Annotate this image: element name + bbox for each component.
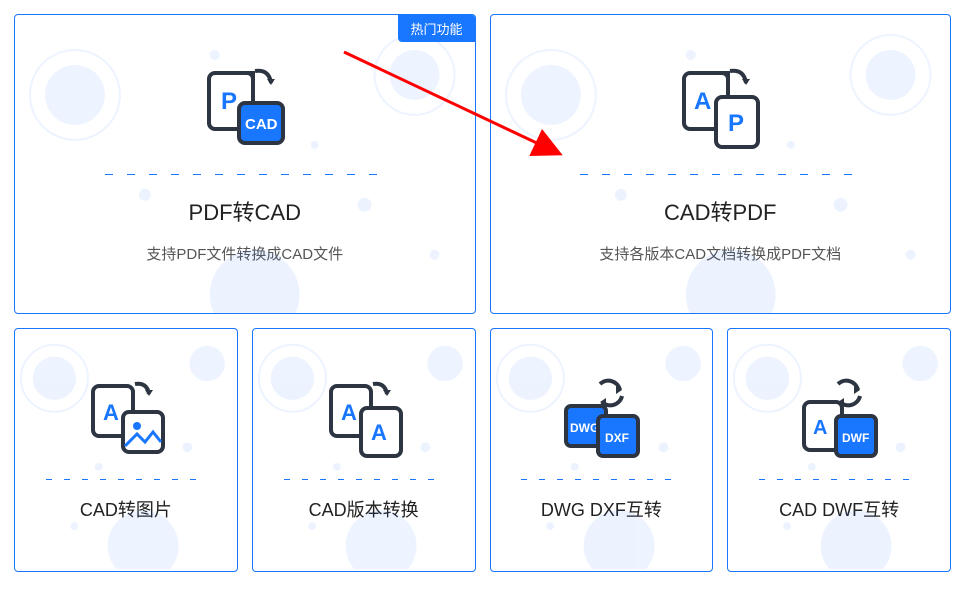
cad-to-pdf-icon: A P [670,65,770,160]
pdf-to-cad-icon: P CAD [195,65,295,160]
card-subtitle: 支持PDF文件转换成CAD文件 [146,243,343,264]
divider [580,174,860,175]
card-cad-dwf[interactable]: A DWF CAD DWF互转 [727,328,951,572]
svg-text:A: A [694,88,711,115]
card-subtitle: 支持各版本CAD文档转换成PDF文档 [599,243,841,264]
svg-text:A: A [341,400,357,425]
svg-text:DXF: DXF [605,431,629,445]
svg-text:CAD: CAD [245,116,278,133]
card-pdf-to-cad[interactable]: 热门功能 P CAD PDF转CAD 支持PDF文件转换成CAD文件 [14,14,476,314]
card-cad-to-image[interactable]: A CAD转图片 [14,328,238,572]
card-title: CAD DWF互转 [779,496,899,522]
card-title: PDF转CAD [189,195,301,227]
card-title: CAD版本转换 [309,496,419,522]
svg-text:DWF: DWF [842,431,869,445]
divider [105,174,385,175]
divider [46,479,206,480]
cad-to-image-icon: A [81,378,171,465]
svg-text:DWG: DWG [570,421,599,435]
hot-badge: 热门功能 [398,15,474,42]
card-cad-to-pdf[interactable]: A P CAD转PDF 支持各版本CAD文档转换成PDF文档 [490,14,952,314]
dwg-dxf-icon: DWG DXF [556,378,646,465]
svg-text:P: P [728,110,744,137]
svg-text:P: P [221,88,237,115]
card-title: CAD转图片 [80,496,172,522]
divider [759,479,919,480]
bg-decoration [491,15,950,314]
card-title: CAD转PDF [664,195,776,227]
bg-decoration [15,15,474,314]
card-title: DWG DXF互转 [541,496,662,522]
cad-dwf-icon: A DWF [794,378,884,465]
svg-text:A: A [371,420,387,445]
divider [284,479,444,480]
card-cad-version[interactable]: A A CAD版本转换 [252,328,476,572]
divider [521,479,681,480]
cad-version-icon: A A [319,378,409,465]
svg-text:A: A [103,400,119,425]
card-dwg-dxf[interactable]: DWG DXF DWG DXF互转 [490,328,714,572]
svg-text:A: A [813,417,827,439]
